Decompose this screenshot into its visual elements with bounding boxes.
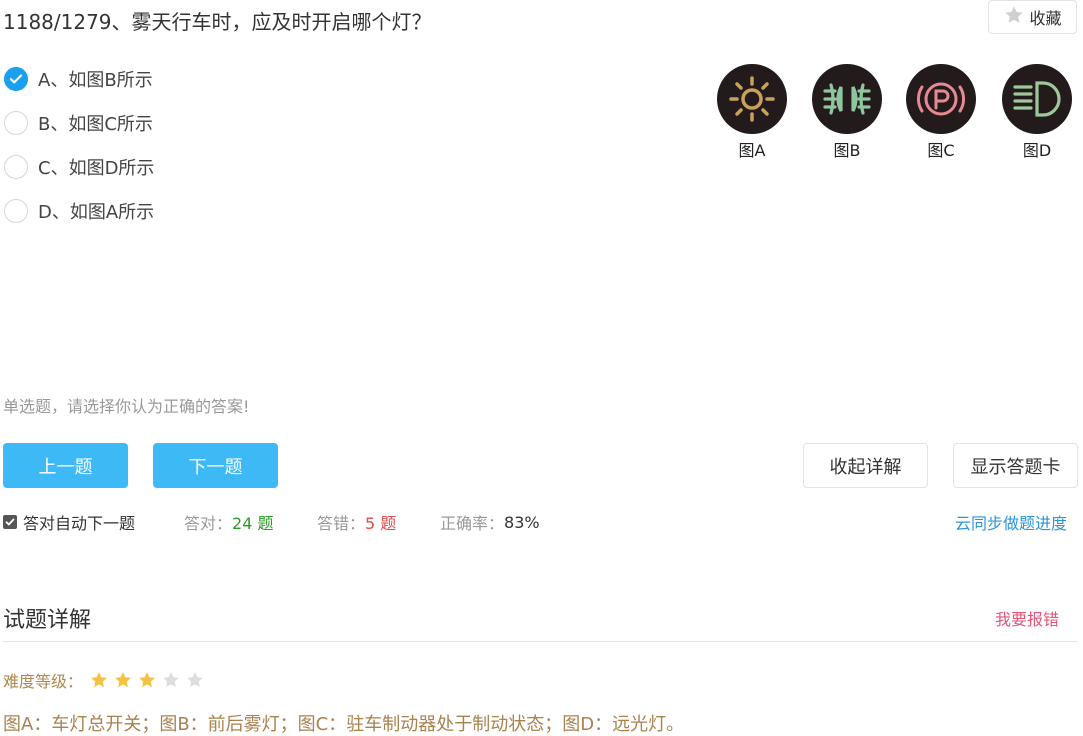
- wrong-count: 答错： 5 题: [317, 510, 396, 534]
- next-button[interactable]: 下一题: [153, 443, 278, 488]
- checkbox-checked-icon[interactable]: [3, 515, 17, 529]
- figure-d: 图D: [1002, 64, 1072, 161]
- option-label: C、如图D所示: [38, 158, 155, 179]
- figure-caption: 图C: [927, 141, 955, 160]
- radio-checked-icon[interactable]: [4, 67, 28, 91]
- figure-caption: 图B: [833, 141, 861, 160]
- parking-brake-icon: [906, 64, 976, 134]
- option-d[interactable]: D、如图A所示: [4, 196, 154, 226]
- radio-icon[interactable]: [4, 199, 28, 223]
- figure-caption: 图D: [1022, 141, 1052, 160]
- figure-b: 图B: [812, 64, 882, 161]
- accuracy-label: 正确率：: [440, 514, 505, 533]
- fog-light-icon: [812, 64, 882, 134]
- favorite-label: 收藏: [1029, 9, 1062, 28]
- wrong-label: 答错：: [317, 514, 366, 533]
- radio-icon[interactable]: [4, 111, 28, 135]
- section-title: 试题详解: [3, 608, 92, 633]
- favorite-button[interactable]: 收藏: [988, 0, 1077, 34]
- high-beam-icon: [1002, 64, 1072, 134]
- option-b[interactable]: B、如图C所示: [4, 108, 153, 138]
- headlight-switch-icon: [717, 64, 787, 134]
- option-label: A、如图B所示: [38, 70, 153, 91]
- option-label: B、如图C所示: [38, 114, 153, 135]
- difficulty-stars: [89, 670, 209, 690]
- correct-label: 答对：: [184, 514, 233, 533]
- explanation-text: 图A：车灯总开关；图B：前后雾灯；图C：驻车制动器处于制动状态；图D：远光灯。: [3, 714, 685, 735]
- difficulty-rating: 难度等级：: [3, 668, 209, 692]
- correct-value: 24 题: [232, 514, 274, 533]
- star-filled-icon: [139, 672, 155, 688]
- collapse-explanation-button[interactable]: 收起详解: [803, 443, 928, 488]
- option-a[interactable]: A、如图B所示: [4, 64, 153, 94]
- figure-caption: 图A: [738, 141, 766, 160]
- sync-progress-link[interactable]: 云同步做题进度: [955, 510, 1067, 534]
- option-c[interactable]: C、如图D所示: [4, 152, 154, 182]
- star-filled-icon: [91, 672, 107, 688]
- report-error-link[interactable]: 我要报错: [995, 606, 1059, 630]
- correct-count: 答对： 24 题: [184, 510, 273, 534]
- answer-card-button[interactable]: 显示答题卡: [953, 443, 1078, 488]
- star-icon: [1003, 4, 1025, 30]
- question-title: 1188/1279、雾天行车时，应及时开启哪个灯？: [3, 10, 432, 34]
- accuracy: 正确率： 83%: [440, 510, 540, 534]
- prev-button[interactable]: 上一题: [3, 443, 128, 488]
- question-hint: 单选题，请选择你认为正确的答案!: [3, 397, 250, 416]
- figure-a: 图A: [717, 64, 787, 161]
- figure-c: 图C: [906, 64, 976, 161]
- option-label: D、如图A所示: [38, 202, 155, 223]
- radio-icon[interactable]: [4, 155, 28, 179]
- star-empty-icon: [187, 672, 203, 688]
- auto-next-label: 答对自动下一题: [23, 514, 136, 533]
- divider: [3, 641, 1078, 642]
- auto-next-toggle[interactable]: 答对自动下一题: [3, 510, 135, 534]
- star-filled-icon: [115, 672, 131, 688]
- star-empty-icon: [163, 672, 179, 688]
- accuracy-value: 83%: [504, 512, 540, 532]
- difficulty-label: 难度等级：: [3, 672, 84, 691]
- wrong-value: 5 题: [365, 514, 397, 533]
